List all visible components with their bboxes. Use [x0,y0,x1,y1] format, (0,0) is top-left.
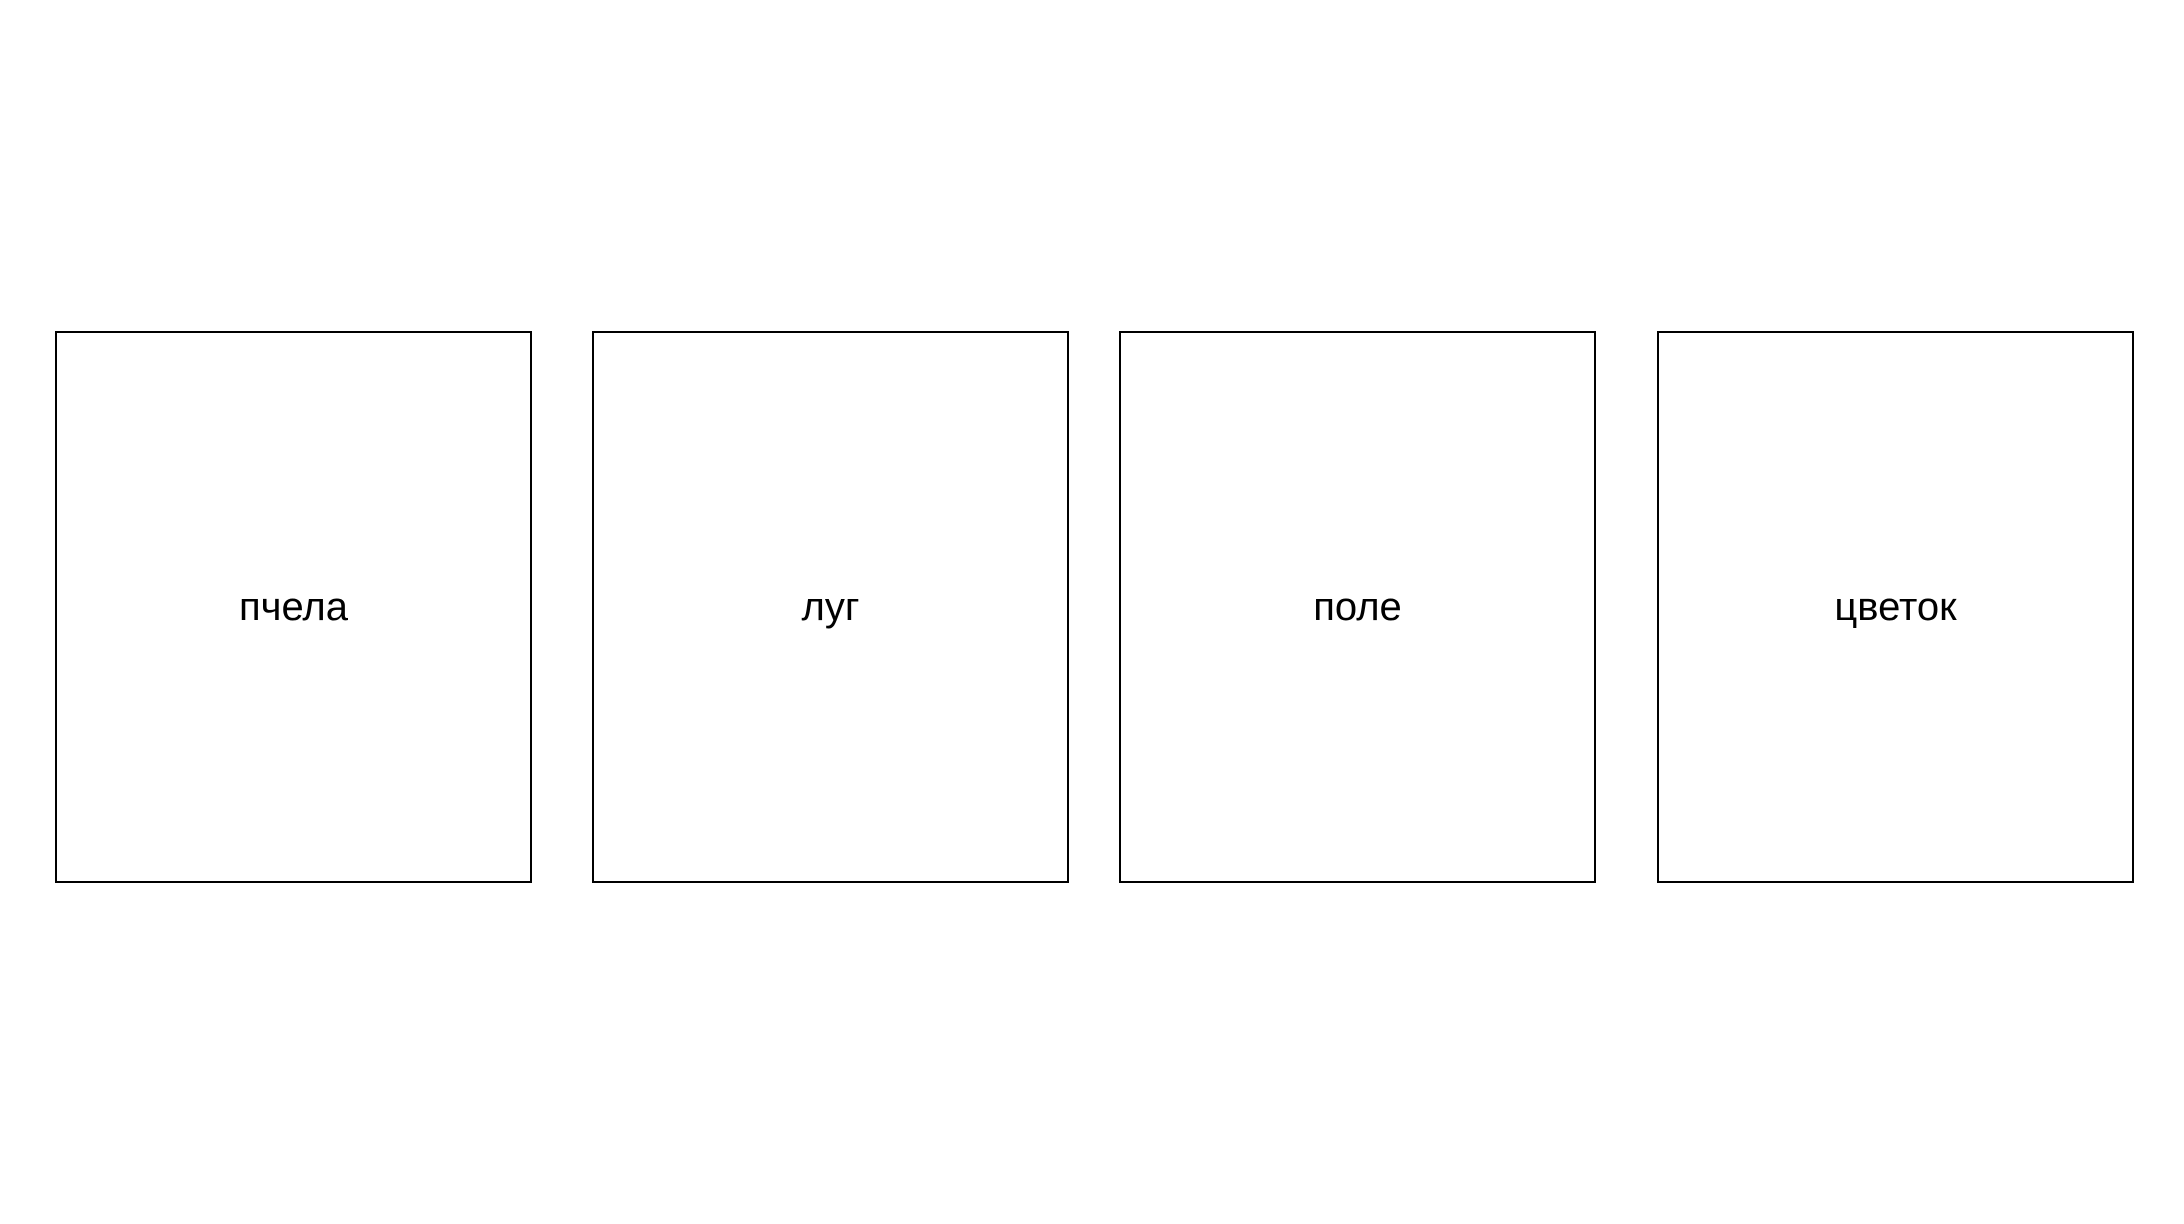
word-card-2[interactable]: луг [592,331,1069,883]
word-card-label: пчела [238,585,348,629]
word-card-label: поле [1313,585,1402,629]
word-card-label: луг [801,585,860,629]
word-card-4[interactable]: цветок [1657,331,2134,883]
word-card-3[interactable]: поле [1119,331,1596,883]
word-card-1[interactable]: пчела [55,331,532,883]
slide-canvas: пчела луг поле цветок [0,0,2184,1224]
word-card-label: цветок [1834,585,1957,629]
